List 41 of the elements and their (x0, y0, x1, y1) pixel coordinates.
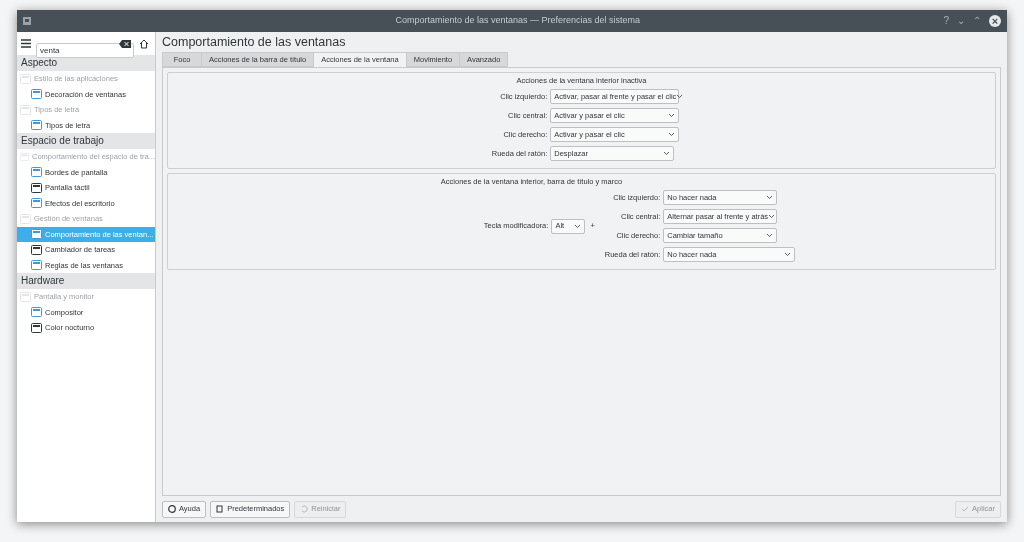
window-title: Comportamiento de las ventanas — Preferencias del sistema (395, 14, 641, 28)
page-title: Comportamiento de las ventanas (162, 34, 347, 51)
module-icon (31, 182, 42, 193)
help-button[interactable]: ? (943, 15, 949, 27)
minimize-button[interactable]: ⌄ (957, 15, 965, 27)
maximize-button[interactable]: ⌃ (973, 15, 981, 27)
module-icon (31, 89, 42, 100)
chevron-icon (574, 223, 582, 229)
chevron-icon (668, 132, 676, 137)
chevron-icon (784, 252, 792, 257)
module-icon (31, 229, 42, 240)
module-icon (20, 291, 31, 302)
close-button[interactable]: × (989, 15, 1001, 27)
section-header: Espacio de trabajo (17, 133, 155, 149)
module-icon (20, 104, 31, 115)
document-icon (216, 505, 225, 513)
menu-icon[interactable] (21, 39, 31, 48)
undo-icon (300, 505, 309, 513)
clear-icon[interactable] (119, 39, 131, 48)
app-icon (22, 16, 32, 26)
chevron-icon (668, 113, 676, 118)
home-icon[interactable] (139, 38, 149, 49)
chevron-icon (766, 233, 774, 238)
module-icon (31, 167, 42, 178)
module-icon (31, 307, 42, 318)
chevron-icon (676, 94, 684, 99)
module-icon (20, 213, 31, 224)
chevron-icon (768, 214, 776, 219)
chevron-icon (663, 151, 671, 156)
check-icon (961, 505, 970, 513)
search-field[interactable]: venta (36, 43, 134, 58)
module-icon (31, 260, 42, 271)
module-icon (31, 244, 42, 255)
help-icon (168, 505, 176, 513)
module-icon (31, 198, 42, 209)
module-icon (31, 322, 42, 333)
module-icon (31, 120, 42, 131)
module-icon (20, 73, 31, 84)
chevron-icon (766, 195, 774, 200)
module-icon (20, 151, 29, 162)
section-header: Hardware (17, 273, 155, 289)
